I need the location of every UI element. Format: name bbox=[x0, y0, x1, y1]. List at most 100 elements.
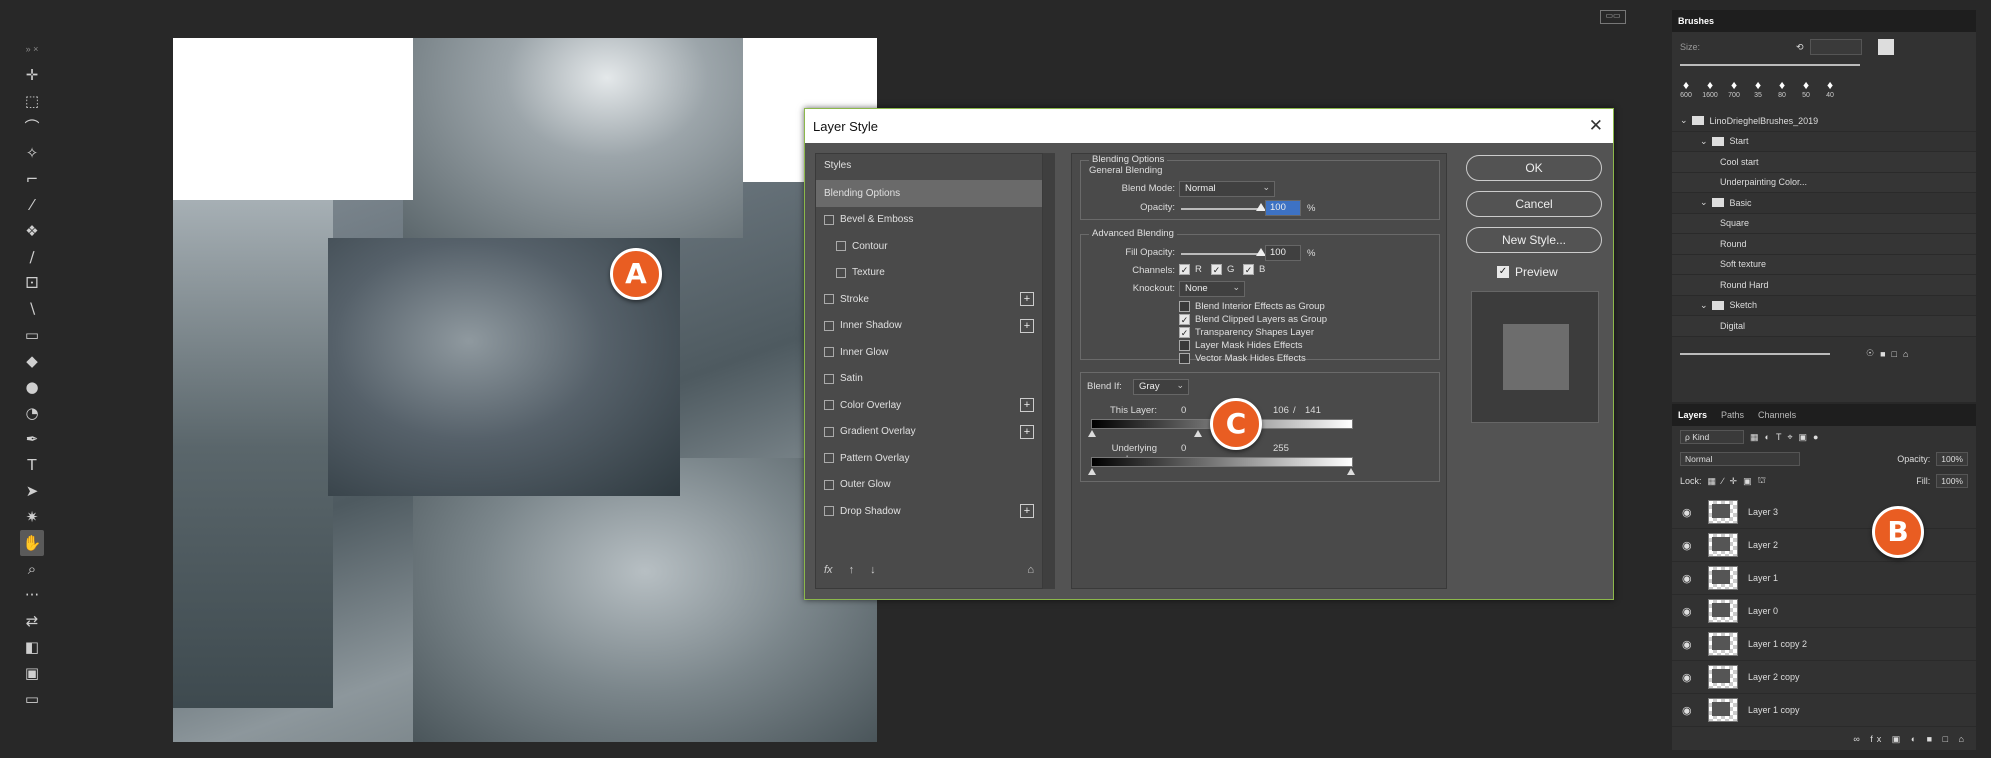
style-item-drop-shadow[interactable]: Drop Shadow + bbox=[816, 498, 1042, 525]
styles-scrollbar[interactable] bbox=[1043, 153, 1055, 589]
style-item-inner-shadow[interactable]: Inner Shadow + bbox=[816, 313, 1042, 340]
style-item-satin[interactable]: Satin bbox=[816, 366, 1042, 393]
chevron-down-icon[interactable]: ⌄ bbox=[1700, 136, 1708, 147]
channel-b-checkbox[interactable]: ✓ B bbox=[1243, 264, 1265, 275]
style-checkbox[interactable] bbox=[824, 506, 834, 517]
style-item-contour[interactable]: Contour bbox=[816, 233, 1042, 260]
channel-g-checkbox[interactable]: ✓ G bbox=[1211, 264, 1234, 275]
layer-blend-mode-select[interactable]: Normal bbox=[1680, 452, 1800, 466]
history-brush-icon[interactable]: ∖ bbox=[20, 296, 44, 322]
preview-size-slider[interactable] bbox=[1680, 352, 1830, 355]
trash-icon[interactable]: ⌂ bbox=[1027, 564, 1034, 576]
eraser-icon[interactable]: ▭ bbox=[20, 322, 44, 348]
opacity-slider[interactable] bbox=[1181, 208, 1261, 210]
filter-toggle-icon[interactable]: ● bbox=[1813, 432, 1818, 442]
chevron-down-icon[interactable]: ⌄ bbox=[1700, 197, 1708, 208]
marquee-icon[interactable]: ⬚ bbox=[20, 88, 44, 114]
move-up-icon[interactable]: ↑ bbox=[849, 564, 855, 576]
dodge-icon[interactable]: ◔ bbox=[20, 400, 44, 426]
preview-checkbox[interactable]: ✓ Preview bbox=[1497, 265, 1558, 279]
quick-mask-icon[interactable]: ▣ bbox=[20, 660, 44, 686]
filter-smart-icon[interactable]: ▣ bbox=[1799, 432, 1808, 443]
type-icon[interactable]: T bbox=[20, 452, 44, 478]
style-checkbox[interactable] bbox=[824, 294, 834, 305]
opacity-input[interactable]: 100 bbox=[1265, 200, 1301, 216]
tab-channels[interactable]: Channels bbox=[1758, 410, 1796, 420]
cancel-button[interactable]: Cancel bbox=[1466, 191, 1602, 217]
channel-r-checkbox[interactable]: ✓ R bbox=[1179, 264, 1202, 275]
fill-opacity-slider[interactable] bbox=[1181, 253, 1261, 255]
blend-if-select[interactable]: Gray ⌄ bbox=[1133, 379, 1189, 395]
style-item-stroke[interactable]: Stroke + bbox=[816, 286, 1042, 313]
color-swatches-icon[interactable]: ◧ bbox=[20, 634, 44, 660]
eyedropper-icon[interactable]: ⁄ bbox=[20, 192, 44, 218]
eye-icon[interactable]: ◉ bbox=[1682, 506, 1694, 519]
new-group-icon[interactable]: ■ bbox=[1880, 349, 1885, 359]
pen-icon[interactable]: ✒ bbox=[20, 426, 44, 452]
tab-paths[interactable]: Paths bbox=[1721, 410, 1744, 420]
filter-pixel-icon[interactable]: ▦ bbox=[1750, 432, 1759, 443]
brush-preset[interactable]: ♦ 50 bbox=[1798, 78, 1814, 99]
style-item-pattern-overlay[interactable]: Pattern Overlay bbox=[816, 445, 1042, 472]
healing-brush-icon[interactable]: ❖ bbox=[20, 218, 44, 244]
style-item-gradient-overlay[interactable]: Gradient Overlay + bbox=[816, 419, 1042, 446]
layers-footer-icons[interactable]: ∞ fx ▣ ◐ ■ □ ⌂ bbox=[1853, 734, 1968, 745]
option-blend-clipped-layers-as-groupcheckbox[interactable]: ✓ Blend Clipped Layers as Group bbox=[1179, 314, 1327, 325]
tab-layers[interactable]: Layers bbox=[1678, 410, 1707, 420]
layer-opacity-input[interactable]: 100% bbox=[1936, 452, 1968, 466]
close-icon[interactable]: ✕ bbox=[1589, 116, 1603, 136]
option-blend-interior-effects-as-groupcheckbox[interactable]: Blend Interior Effects as Group bbox=[1179, 301, 1325, 312]
eye-icon[interactable]: ◉ bbox=[1682, 671, 1694, 684]
size-slider[interactable] bbox=[1680, 64, 1860, 66]
style-checkbox[interactable] bbox=[824, 479, 834, 490]
brush-tree-item[interactable]: Round Hard bbox=[1672, 275, 1976, 296]
brush-tree-item[interactable]: Digital bbox=[1672, 316, 1976, 337]
brush-tree-item[interactable]: Cool start bbox=[1672, 152, 1976, 173]
brush-preset[interactable]: ♦ 700 bbox=[1726, 78, 1742, 99]
add-effect-icon[interactable]: + bbox=[1020, 318, 1034, 333]
tab-brushes[interactable]: Brushes bbox=[1678, 16, 1714, 26]
style-checkbox[interactable] bbox=[824, 214, 834, 225]
lock-transparent-icon[interactable]: ▦ bbox=[1708, 476, 1717, 487]
style-item-bevel-emboss[interactable]: Bevel & Emboss bbox=[816, 207, 1042, 234]
magic-wand-icon[interactable]: ✧ bbox=[20, 140, 44, 166]
layer-row[interactable]: ◉ Layer 0 bbox=[1672, 595, 1976, 628]
style-checkbox[interactable] bbox=[824, 453, 834, 464]
screen-mode-icon[interactable]: ▭ bbox=[20, 686, 44, 712]
style-checkbox[interactable] bbox=[824, 347, 834, 358]
swap-colors-icon[interactable]: ⇄ bbox=[20, 608, 44, 634]
reset-icon[interactable]: ⟲ bbox=[1796, 42, 1804, 53]
styles-header[interactable]: Styles bbox=[816, 154, 1042, 180]
brush-tree-item[interactable]: ⌄ Start bbox=[1672, 132, 1976, 152]
lasso-icon[interactable]: ⌒ bbox=[20, 114, 44, 140]
style-checkbox[interactable] bbox=[824, 426, 834, 437]
custom-shape-icon[interactable]: ✷ bbox=[20, 504, 44, 530]
eye-icon[interactable]: ◉ bbox=[1682, 572, 1694, 585]
kind-filter-select[interactable]: ρ Kind bbox=[1680, 430, 1744, 444]
layer-row[interactable]: ◉ Layer 2 bbox=[1672, 529, 1976, 562]
option-vector-mask-hides-effectscheckbox[interactable]: Vector Mask Hides Effects bbox=[1179, 353, 1306, 364]
chevron-down-icon[interactable]: ⌄ bbox=[1700, 300, 1708, 311]
brush-tree-item[interactable]: Underpainting Color... bbox=[1672, 172, 1976, 193]
add-effect-icon[interactable]: + bbox=[1020, 504, 1034, 518]
style-checkbox[interactable] bbox=[824, 320, 834, 331]
brush-options-icon[interactable] bbox=[1877, 39, 1894, 55]
paint-bucket-icon[interactable]: ◆ bbox=[20, 348, 44, 374]
eye-icon[interactable]: ◉ bbox=[1682, 638, 1694, 651]
new-brush-icon[interactable]: □ bbox=[1892, 349, 1897, 359]
brush-tree-item[interactable]: ⌄ LinoDrieghelBrushes_2019 bbox=[1672, 111, 1976, 132]
this-layer-black-handle[interactable] bbox=[1088, 430, 1096, 437]
brush-preset[interactable]: ♦ 1600 bbox=[1702, 78, 1718, 99]
size-input[interactable] bbox=[1809, 39, 1862, 55]
layer-row[interactable]: ◉ Layer 1 copy bbox=[1672, 694, 1976, 727]
add-effect-icon[interactable]: + bbox=[1020, 398, 1034, 412]
crop-icon[interactable]: ⌐ bbox=[20, 166, 44, 192]
brush-preset[interactable]: ♦ 600 bbox=[1678, 78, 1694, 99]
move-icon[interactable]: ✛ bbox=[20, 62, 44, 88]
lock-position-icon[interactable]: ✛ bbox=[1730, 476, 1738, 487]
more-tools-icon[interactable]: ··· bbox=[20, 582, 44, 608]
style-checkbox[interactable] bbox=[824, 373, 834, 384]
ok-button[interactable]: OK bbox=[1466, 155, 1602, 181]
fill-opacity-input[interactable]: 100 bbox=[1265, 245, 1301, 261]
trash-icon[interactable]: ⌂ bbox=[1903, 349, 1908, 359]
